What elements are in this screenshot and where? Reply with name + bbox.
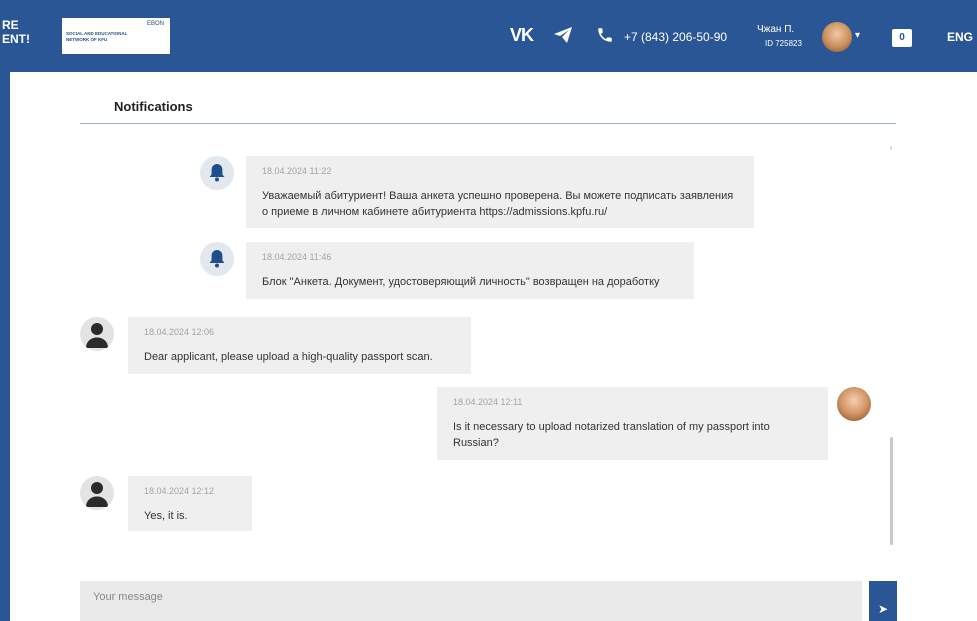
page-title: Notifications: [114, 99, 193, 114]
send-icon: ➤: [877, 602, 889, 616]
message-time: 18.04.2024 12:11: [453, 397, 523, 407]
bell-icon: [209, 250, 225, 268]
bell-avatar: [200, 242, 234, 276]
message-bubble: 18.04.2024 12:11 Is it necessary to uplo…: [437, 387, 828, 460]
user-name[interactable]: Чжан П.: [757, 24, 794, 35]
message-text: Уважаемый абитуриент! Ваша анкета успешн…: [262, 190, 734, 218]
bell-avatar: [200, 156, 234, 190]
language-switch[interactable]: ENG: [947, 30, 973, 44]
title-divider: [80, 123, 896, 124]
send-button[interactable]: ➤: [869, 581, 897, 621]
message-bubble: 18.04.2024 12:12 Yes, it is.: [128, 476, 252, 531]
person-avatar: [80, 476, 114, 510]
telegram-icon[interactable]: [553, 26, 573, 49]
logo-mark: EBON: [146, 21, 164, 27]
brand-partial: RE ENT!: [2, 18, 30, 46]
user-id: ID 725823: [765, 39, 802, 48]
message-bubble: 18.04.2024 11:22 Уважаемый абитуриент! В…: [246, 156, 754, 228]
person-avatar: [80, 317, 114, 351]
chevron-down-icon[interactable]: ▾: [855, 30, 860, 41]
message-counter-badge[interactable]: 0: [892, 29, 912, 47]
message-text: Is it necessary to upload notarized tran…: [453, 421, 770, 449]
logo-text: SOCIAL AND EDUCATIONAL NETWORK OF KFU: [66, 31, 128, 42]
user-icon: [86, 482, 108, 507]
phone-number[interactable]: +7 (843) 206-50-90: [624, 30, 727, 44]
scrollbar-top: [890, 146, 892, 150]
user-photo-avatar: [837, 387, 871, 421]
logo[interactable]: EBON SOCIAL AND EDUCATIONAL NETWORK OF K…: [62, 18, 170, 54]
user-icon: [86, 323, 108, 348]
message-time: 18.04.2024 12:06: [144, 327, 215, 337]
scrollbar[interactable]: [890, 437, 893, 545]
message-bubble: 18.04.2024 11:46 Блок "Анкета. Документ,…: [246, 242, 694, 299]
notifications-panel: Notifications 18.04.2024 11:22 Уважаемый…: [10, 72, 977, 621]
message-text: Yes, it is.: [144, 510, 188, 522]
top-bar: RE ENT! EBON SOCIAL AND EDUCATIONAL NETW…: [0, 0, 977, 72]
message-input[interactable]: [80, 581, 862, 613]
message-time: 18.04.2024 11:22: [262, 166, 332, 176]
message-time: 18.04.2024 11:46: [262, 252, 332, 262]
bell-icon: [209, 164, 225, 182]
vk-icon[interactable]: VK: [510, 25, 534, 46]
phone-icon[interactable]: [596, 26, 614, 49]
message-time: 18.04.2024 12:12: [144, 486, 215, 496]
message-text: Dear applicant, please upload a high-qua…: [144, 351, 433, 363]
message-bubble: 18.04.2024 12:06 Dear applicant, please …: [128, 317, 471, 374]
left-sidebar-stripe: [0, 72, 10, 621]
message-text: Блок "Анкета. Документ, удостоверяющий л…: [262, 276, 660, 288]
message-composer: [80, 581, 862, 621]
user-avatar[interactable]: [822, 22, 852, 52]
